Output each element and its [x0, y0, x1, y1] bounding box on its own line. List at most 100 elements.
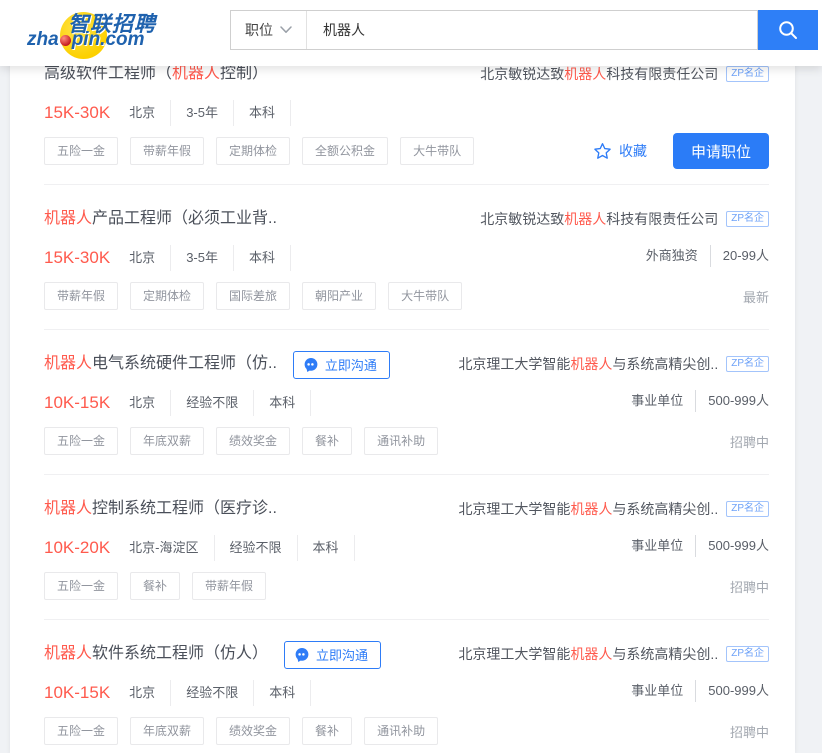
- job-tag: 五险一金: [44, 137, 118, 165]
- company-info-item: 事业单位: [619, 535, 695, 557]
- company-info: 外商独资20-99人: [634, 245, 769, 281]
- job-title[interactable]: 机器人电气系统硬件工程师（仿..: [44, 354, 277, 374]
- chat-button-label: 立即沟通: [325, 359, 377, 372]
- job-list: 高级软件工程师（机器人控制） 北京敏锐达致机器人科技有限责任公司 ZP名企 15…: [10, 40, 795, 753]
- salary: 10K-15K: [44, 680, 110, 706]
- favorite-button[interactable]: 收藏: [593, 141, 647, 161]
- job-tags: 五险一金带薪年假定期体检全额公积金大牛带队: [44, 136, 480, 166]
- job-title[interactable]: 机器人产品工程师（必须工业背..: [44, 209, 277, 229]
- job-tag: 五险一金: [44, 427, 118, 455]
- job-detail: 北京: [114, 680, 171, 706]
- company-badge: ZP名企: [726, 646, 769, 662]
- job-title[interactable]: 机器人软件系统工程师（仿人）: [44, 644, 268, 664]
- job-detail: 3-5年: [171, 100, 234, 126]
- search-category-dropdown[interactable]: 职位: [231, 11, 307, 49]
- job-tag: 定期体检: [216, 137, 290, 165]
- zhaopin-logo[interactable]: 智联招聘 zhapin.com: [12, 2, 162, 64]
- job-tag: 大牛带队: [388, 282, 462, 310]
- company-name[interactable]: 北京理工大学智能机器人与系统高精尖创..: [458, 354, 718, 374]
- status-label: 招聘中: [730, 577, 769, 596]
- job-details: 北京3-5年本科: [114, 245, 291, 271]
- company-info-item: 事业单位: [619, 390, 695, 412]
- search-box: 职位: [230, 10, 758, 50]
- job-detail: 经验不限: [171, 680, 254, 706]
- job-title[interactable]: 机器人控制系统工程师（医疗诊..: [44, 499, 277, 519]
- job-tag: 朝阳产业: [302, 282, 376, 310]
- star-icon: [593, 142, 612, 161]
- job-details: 北京-海淀区经验不限本科: [114, 535, 354, 561]
- company-info: 事业单位500-999人: [619, 535, 769, 571]
- company-badge: ZP名企: [726, 356, 769, 372]
- company-name[interactable]: 北京敏锐达致机器人科技有限责任公司: [480, 209, 718, 229]
- search-input[interactable]: [307, 11, 757, 49]
- chat-button[interactable]: 立即沟通: [284, 641, 381, 669]
- site-header: 智联招聘 zhapin.com 职位: [0, 0, 822, 66]
- job-listing[interactable]: 机器人产品工程师（必须工业背.. 北京敏锐达致机器人科技有限责任公司 ZP名企 …: [44, 185, 769, 330]
- search-category-label: 职位: [245, 20, 273, 40]
- job-tag: 全额公积金: [302, 137, 388, 165]
- job-detail: 北京: [114, 390, 171, 416]
- company-name[interactable]: 北京理工大学智能机器人与系统高精尖创..: [458, 499, 718, 519]
- search-button[interactable]: [758, 10, 818, 50]
- job-tag: 年底双薪: [130, 717, 204, 745]
- chat-button[interactable]: 立即沟通: [293, 351, 390, 379]
- job-detail: 本科: [234, 245, 291, 271]
- job-tag: 通讯补助: [364, 717, 438, 745]
- job-tag: 大牛带队: [400, 137, 474, 165]
- job-tag: 年底双薪: [130, 427, 204, 455]
- job-tag: 带薪年假: [130, 137, 204, 165]
- search-results-card: 高级软件工程师（机器人控制） 北京敏锐达致机器人科技有限责任公司 ZP名企 15…: [10, 40, 795, 753]
- job-tag: 带薪年假: [44, 282, 118, 310]
- job-detail: 经验不限: [171, 390, 254, 416]
- status-label: 最新: [743, 287, 769, 306]
- job-tag: 餐补: [302, 427, 352, 455]
- chat-bubble-icon: [294, 647, 310, 663]
- company-info-item: 500-999人: [695, 535, 769, 557]
- job-tags: 五险一金年底双薪绩效奖金餐补通讯补助: [44, 426, 458, 456]
- row-actions: 收藏 申请职位: [593, 133, 769, 169]
- salary: 15K-30K: [44, 100, 110, 126]
- job-tag: 定期体检: [130, 282, 204, 310]
- job-detail: 北京-海淀区: [114, 535, 214, 561]
- company-name[interactable]: 北京敏锐达致机器人科技有限责任公司: [480, 64, 718, 84]
- company-info-item: 500-999人: [695, 390, 769, 412]
- job-detail: 经验不限: [215, 535, 298, 561]
- job-detail: 本科: [254, 390, 311, 416]
- job-detail: 本科: [254, 680, 311, 706]
- job-listing[interactable]: 机器人软件系统工程师（仿人） 立即沟通 北京理工大学智能机器人与系统高精尖创..…: [44, 620, 769, 753]
- job-detail: 北京: [114, 100, 171, 126]
- company-info-item: 500-999人: [695, 680, 769, 702]
- status-label: 招聘中: [730, 432, 769, 451]
- company-info-item: 事业单位: [619, 680, 695, 702]
- job-tag: 餐补: [130, 572, 180, 600]
- job-detail: 本科: [234, 100, 291, 126]
- salary: 15K-30K: [44, 245, 110, 271]
- job-details: 北京经验不限本科: [114, 680, 311, 706]
- job-tag: 餐补: [302, 717, 352, 745]
- job-detail: 本科: [298, 535, 355, 561]
- job-detail: 3-5年: [171, 245, 234, 271]
- company-info-item: 外商独资: [634, 245, 710, 267]
- job-tag: 带薪年假: [192, 572, 266, 600]
- job-tags: 五险一金餐补带薪年假: [44, 571, 458, 601]
- company-badge: ZP名企: [726, 501, 769, 517]
- salary: 10K-15K: [44, 390, 110, 416]
- chevron-down-icon: [280, 26, 292, 34]
- job-tag: 国际差旅: [216, 282, 290, 310]
- job-tag: 通讯补助: [364, 427, 438, 455]
- job-listing[interactable]: 机器人电气系统硬件工程师（仿.. 立即沟通 北京理工大学智能机器人与系统高精尖创…: [44, 330, 769, 475]
- company-info-item: 20-99人: [710, 245, 769, 267]
- company-name[interactable]: 北京理工大学智能机器人与系统高精尖创..: [458, 644, 718, 664]
- job-title[interactable]: 高级软件工程师（机器人控制）: [44, 64, 268, 84]
- company-info: 事业单位500-999人: [619, 680, 769, 716]
- favorite-label: 收藏: [619, 141, 647, 161]
- search-icon: [777, 19, 799, 41]
- chat-bubble-icon: [303, 357, 319, 373]
- apply-button[interactable]: 申请职位: [673, 133, 769, 169]
- job-listing[interactable]: 机器人控制系统工程师（医疗诊.. 北京理工大学智能机器人与系统高精尖创.. ZP…: [44, 475, 769, 620]
- chat-button-label: 立即沟通: [316, 649, 368, 662]
- status-label: 招聘中: [730, 722, 769, 741]
- company-info: 事业单位500-999人: [619, 390, 769, 426]
- job-tag: 绩效奖金: [216, 717, 290, 745]
- job-tag: 五险一金: [44, 717, 118, 745]
